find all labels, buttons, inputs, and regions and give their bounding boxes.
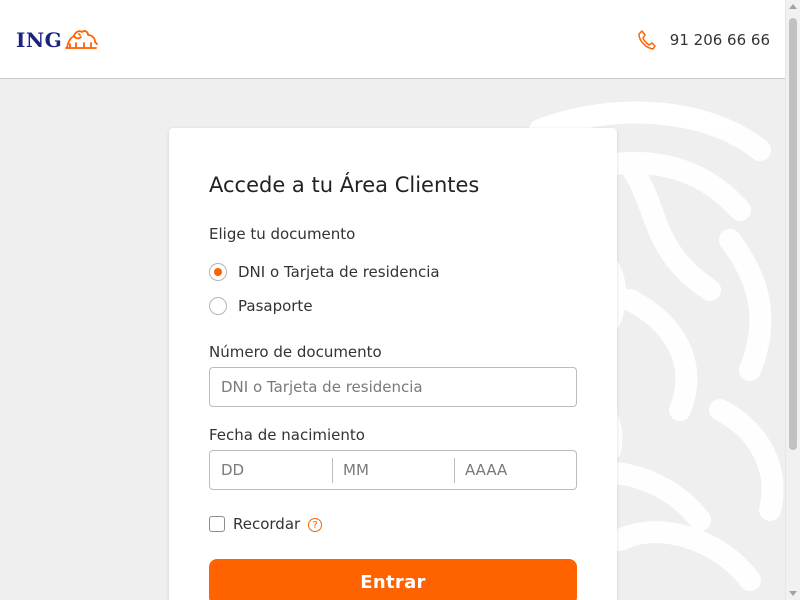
help-circle-icon[interactable]: ?: [308, 518, 323, 532]
document-option-dni[interactable]: DNI o Tarjeta de residencia: [209, 263, 440, 281]
phone-icon: [638, 30, 656, 50]
phone-number: 91 206 66 66: [669, 31, 770, 49]
birthdate-day-input[interactable]: [210, 451, 332, 489]
document-option-passport[interactable]: Pasaporte: [209, 297, 313, 315]
document-number-label: Número de documento: [209, 343, 382, 361]
phone-contact[interactable]: 91 206 66 66: [638, 30, 770, 50]
birthdate-month-input[interactable]: [332, 451, 454, 489]
birthdate-month-segment: [332, 451, 454, 489]
document-option-label: Pasaporte: [238, 297, 313, 315]
scroll-thumb[interactable]: [789, 18, 797, 450]
submit-button[interactable]: Entrar: [209, 559, 577, 600]
birthdate-year-segment: [454, 451, 576, 489]
radio-passport[interactable]: [209, 297, 227, 315]
login-card: Accede a tu Área Clientes Elige tu docum…: [169, 128, 617, 600]
page-title: Accede a tu Área Clientes: [209, 173, 480, 197]
remember-label: Recordar: [233, 515, 301, 533]
ing-lion-icon: [65, 30, 99, 49]
login-page: ING 91 206 66 66 Accede a tu Área Client…: [0, 0, 800, 600]
document-number-field[interactable]: [209, 367, 577, 407]
birthdate-day-segment: [210, 451, 332, 489]
document-option-label: DNI o Tarjeta de residencia: [238, 263, 440, 281]
scroll-up-icon[interactable]: [789, 4, 797, 9]
top-header: ING 91 206 66 66: [0, 0, 785, 79]
scroll-down-icon[interactable]: [789, 591, 797, 596]
birthdate-field[interactable]: [209, 450, 577, 490]
birthdate-year-input[interactable]: [454, 451, 576, 489]
radio-dni[interactable]: [209, 263, 227, 281]
ing-logo[interactable]: ING: [16, 28, 100, 52]
logo-text: ING: [16, 28, 63, 52]
birthdate-label: Fecha de nacimiento: [209, 426, 365, 444]
document-type-label: Elige tu documento: [209, 225, 356, 243]
remember-checkbox[interactable]: [209, 516, 225, 532]
remember-row[interactable]: Recordar ?: [209, 515, 323, 533]
vertical-scrollbar[interactable]: [785, 0, 800, 600]
birthdate-group: [210, 451, 576, 489]
document-number-input[interactable]: [210, 368, 576, 406]
